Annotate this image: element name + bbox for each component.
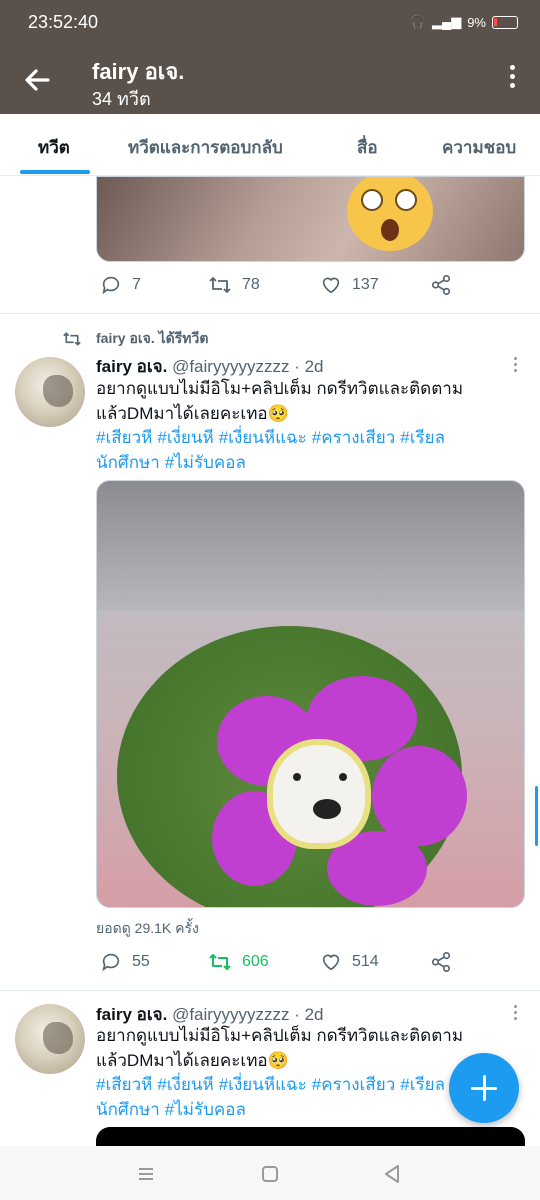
hashtag[interactable]: #ไม่รับคอล [165, 1100, 246, 1119]
tweet-count: 34 ทวีต [92, 89, 151, 109]
author-name[interactable]: fairy อเจ. [96, 1005, 167, 1024]
tweet-text: อยากดูแบบไม่มีอิโม+คลิปเต็ม กดรีทวิตและต… [96, 379, 464, 423]
like-count: 514 [352, 953, 379, 970]
reply-icon [102, 953, 120, 972]
retweeted-by-label: fairy อเจ. ได้รีทวีต [62, 328, 208, 350]
retweet-icon [209, 954, 231, 970]
reply-count: 55 [132, 953, 150, 970]
hashtag[interactable]: นักศึกษา [96, 1100, 160, 1119]
recent-apps-icon[interactable] [134, 1162, 158, 1186]
avatar[interactable] [15, 1004, 85, 1074]
tweet-divider [0, 990, 540, 991]
retweet-count: 78 [242, 276, 260, 293]
status-icons: 🎧 ▂▄▆ 9% [410, 14, 518, 30]
retweet-icon [63, 332, 81, 346]
separator-dot: · [294, 357, 300, 376]
scrollbar[interactable] [535, 786, 538, 846]
reply-count: 7 [132, 276, 141, 293]
retweet-button[interactable]: 78 [208, 274, 260, 296]
retweet-icon [209, 277, 231, 293]
tweet-media-image[interactable] [96, 176, 525, 262]
profile-tabs: ทวีต ทวีตและการตอบกลับ สื่อ ความชอบ [0, 114, 540, 176]
tweet-time: 2d [304, 1005, 324, 1024]
like-button[interactable]: 514 [320, 951, 379, 973]
tweet-more-icon[interactable] [512, 1005, 518, 1023]
share-button[interactable] [430, 951, 452, 973]
battery-icon [492, 15, 518, 29]
like-button[interactable]: 137 [320, 274, 379, 296]
tweet-time: 2d [304, 357, 324, 376]
profile-header: fairy อเจ. 34 ทวีต [0, 46, 540, 114]
tweet-divider [0, 313, 540, 314]
more-options-icon[interactable] [502, 62, 522, 98]
tweet-hashtags: #เสียวหี #เงี่ยนหี #เงี่ยนหีแฉะ #ครางเสียว #… [96, 426, 476, 475]
system-nav-bar [0, 1146, 540, 1200]
battery-percent: 9% [467, 14, 486, 30]
reply-button[interactable]: 55 [100, 951, 150, 973]
tab-media[interactable]: สื่อ [357, 134, 378, 161]
tab-tweets[interactable]: ทวีต [38, 134, 70, 161]
tweet-hashtags: #เสียวหี #เงี่ยนหี #เงี่ยนหีแฉะ #ครางเสียว #… [96, 1073, 476, 1122]
share-icon [431, 952, 451, 972]
status-bar: 23:52:40 🎧 ▂▄▆ 9% [0, 0, 540, 46]
hashtag[interactable]: #เงี่ยนหีแฉะ [219, 428, 307, 447]
dog-eye [339, 773, 347, 781]
hashtag[interactable]: #เสียวหี [96, 428, 152, 447]
tab-tweets-replies[interactable]: ทวีตและการตอบกลับ [128, 134, 283, 161]
hashtag[interactable]: #เงี่ยนหีแฉะ [219, 1075, 307, 1094]
hashtag[interactable]: #เรียล [400, 1075, 445, 1094]
hashtag[interactable]: #เสียวหี [96, 1075, 152, 1094]
author-name[interactable]: fairy อเจ. [96, 357, 167, 376]
dog-eye [293, 773, 301, 781]
active-tab-indicator [20, 170, 90, 174]
author-handle[interactable]: @fairyyyyyzzzz [172, 1005, 289, 1024]
screaming-face-emoji [347, 177, 433, 251]
hashtag[interactable]: #เงี่ยนหี [157, 1075, 213, 1094]
heart-icon [322, 277, 340, 294]
hashtag[interactable]: #ไม่รับคอล [165, 453, 246, 472]
signal-icon: ▂▄▆ [431, 14, 462, 29]
dog-nose [313, 799, 341, 819]
hashtag[interactable]: #ครางเสียว [312, 428, 396, 447]
back-arrow-icon[interactable] [18, 60, 58, 100]
tweet-text: อยากดูแบบไม่มีอิโม+คลิปเต็ม กดรีทวิตและต… [96, 1026, 464, 1070]
hashtag[interactable]: #เรียล [400, 428, 445, 447]
compose-tweet-button[interactable] [449, 1053, 519, 1123]
separator-dot: · [294, 1005, 300, 1024]
retweet-count: 606 [242, 953, 269, 970]
author-handle[interactable]: @fairyyyyyzzzz [172, 357, 289, 376]
reply-icon [102, 276, 120, 295]
home-icon[interactable] [258, 1162, 282, 1186]
tweet-media-image[interactable] [96, 1127, 525, 1147]
status-time: 23:52:40 [28, 12, 99, 32]
share-button[interactable] [430, 274, 452, 296]
tweet-actions: 7 78 137 [96, 274, 536, 304]
tweet-header: fairy อเจ. @fairyyyyyzzzz · 2d [96, 353, 324, 380]
tweet-media-image[interactable] [96, 480, 525, 908]
tweet-more-icon[interactable] [512, 357, 518, 375]
tweet-actions: 55 606 514 [96, 951, 536, 981]
back-nav-icon[interactable] [380, 1162, 404, 1186]
avatar[interactable] [15, 357, 85, 427]
hashtag[interactable]: #เงี่ยนหี [157, 428, 213, 447]
reply-button[interactable]: 7 [100, 274, 141, 296]
retweet-button[interactable]: 606 [208, 951, 269, 973]
hashtag[interactable]: นักศึกษา [96, 453, 160, 472]
heart-icon [322, 954, 340, 971]
view-count: ยอดดู 29.1K ครั้ง [96, 920, 199, 936]
tab-likes[interactable]: ความชอบ [442, 134, 516, 161]
hashtag[interactable]: #ครางเสียว [312, 1075, 396, 1094]
headphones-icon: 🎧 [409, 14, 426, 29]
background-window [97, 481, 524, 611]
retweet-label-text: fairy อเจ. ได้รีทวีต [96, 330, 209, 346]
share-icon [431, 275, 451, 295]
like-count: 137 [352, 276, 379, 293]
dog-face [267, 739, 371, 849]
